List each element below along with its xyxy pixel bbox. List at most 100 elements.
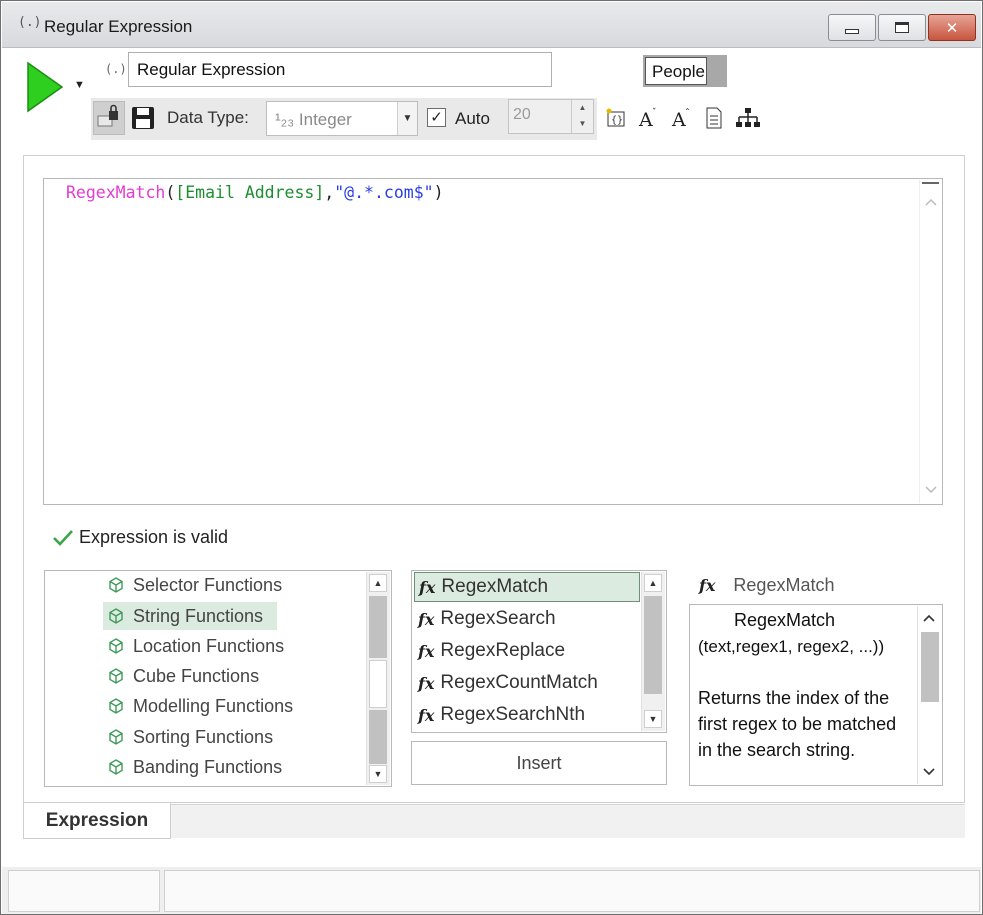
run-button[interactable]	[25, 61, 65, 113]
category-item[interactable]: Location Functions	[103, 632, 298, 660]
status-cell	[8, 870, 160, 912]
chevron-up-icon[interactable]	[923, 614, 935, 622]
expression-window: (.) Regular Expression ✕ ▼ (.) People Da…	[0, 0, 983, 915]
scrollbar-thumb[interactable]	[644, 596, 662, 694]
auto-checkbox[interactable]: ✓	[427, 108, 446, 127]
spin-up-icon[interactable]: ▲	[572, 100, 593, 116]
precision-value: 20	[513, 106, 531, 123]
help-header: fx RegexMatch	[699, 573, 834, 597]
svg-text:A: A	[671, 109, 686, 129]
expression-name-input[interactable]	[128, 52, 552, 87]
scroll-up-icon[interactable]: ▲	[644, 574, 662, 592]
category-label: Selector Functions	[133, 574, 283, 595]
scrollbar-top-bar	[922, 182, 939, 190]
help-title: RegexMatch	[733, 574, 835, 595]
category-label: Modelling Functions	[133, 695, 294, 716]
checkmark-icon	[53, 530, 73, 546]
cube-icon	[109, 759, 123, 775]
code-field-token: [Email Address]	[175, 183, 325, 202]
category-label: Sorting Functions	[133, 726, 274, 747]
chevron-up-icon[interactable]	[925, 198, 937, 206]
table-tag[interactable]: People	[643, 55, 727, 87]
scrollbar-thumb[interactable]	[921, 632, 939, 702]
document-icon[interactable]	[702, 105, 726, 131]
spin-down-icon[interactable]: ▼	[572, 116, 593, 132]
font-increase-icon[interactable]: Aˆ	[669, 105, 693, 131]
editor-scrollbar[interactable]	[919, 180, 941, 503]
scroll-down-icon[interactable]: ▼	[644, 710, 662, 728]
code-open-paren: (	[165, 183, 176, 202]
expression-code: RegexMatch([Email Address],"@.*.com$")	[66, 183, 444, 202]
function-list: fx RegexMatch fx RegexSearch fx RegexReplac…	[411, 570, 667, 733]
scrollbar-track-gap[interactable]	[369, 660, 387, 708]
data-type-label: Data Type:	[167, 108, 249, 127]
function-label: RegexCountMatch	[440, 672, 598, 693]
help-scrollbar[interactable]	[917, 606, 941, 784]
auto-label: Auto	[455, 109, 490, 128]
category-item[interactable]: Banding Functions	[103, 753, 296, 781]
expression-name-icon: (.)	[105, 62, 127, 76]
close-icon: ✕	[945, 18, 959, 37]
lock-button[interactable]	[93, 101, 125, 135]
category-item[interactable]: Selector Functions	[103, 571, 296, 599]
category-item[interactable]: Modelling Functions	[103, 692, 307, 720]
insert-field-icon[interactable]: {}	[604, 105, 628, 131]
code-function-token: RegexMatch	[66, 183, 166, 202]
function-icon: fx	[418, 673, 435, 693]
validation-message: Expression is valid	[79, 527, 229, 547]
function-item[interactable]: fx RegexSearchNth	[414, 700, 640, 730]
expression-editor[interactable]: RegexMatch([Email Address],"@.*.com$")	[43, 178, 943, 505]
function-item[interactable]: fx RegexCountMatch	[414, 668, 640, 698]
help-function-name: RegexMatch	[734, 610, 836, 630]
code-string-token: "@.*.com$"	[334, 183, 434, 202]
svg-text:ˆ: ˆ	[685, 107, 690, 119]
code-comma: ,	[324, 183, 335, 202]
minimize-button[interactable]	[828, 14, 876, 41]
function-icon: fx	[418, 705, 435, 725]
tab-strip	[169, 804, 965, 838]
category-label: Banding Functions	[133, 756, 283, 777]
function-item-selected[interactable]: fx RegexMatch	[414, 572, 640, 602]
scrollbar-thumb[interactable]	[369, 710, 387, 764]
maximize-button[interactable]	[878, 14, 926, 41]
spinner-buttons: ▲ ▼	[571, 100, 593, 133]
function-label: RegexSearchNth	[440, 704, 586, 725]
run-dropdown-arrow[interactable]: ▼	[74, 79, 85, 91]
category-item[interactable]: Sorting Functions	[103, 723, 287, 751]
cube-icon	[109, 638, 123, 654]
precision-spinner[interactable]: 20 ▲ ▼	[508, 99, 594, 134]
insert-button[interactable]: Insert	[411, 741, 667, 785]
chevron-down-icon[interactable]	[925, 486, 937, 494]
category-label: Location Functions	[133, 635, 285, 656]
hierarchy-icon[interactable]	[736, 105, 760, 131]
function-label: RegexSearch	[440, 608, 556, 629]
function-item[interactable]: fx RegexReplace	[414, 636, 640, 666]
expression-icon: (.)	[18, 15, 42, 30]
cube-icon	[109, 729, 123, 745]
close-button[interactable]: ✕	[928, 14, 976, 41]
scrollbar-thumb[interactable]	[369, 596, 387, 658]
tab-expression[interactable]: Expression	[23, 803, 171, 839]
category-scrollbar[interactable]: ▲ ▼	[366, 572, 390, 785]
function-item[interactable]: fx RegexSearch	[414, 604, 640, 634]
function-scrollbar[interactable]: ▲ ▼	[641, 572, 665, 731]
cube-icon	[109, 608, 123, 624]
chevron-down-icon[interactable]	[923, 768, 935, 776]
chevron-down-icon: ▼	[397, 102, 417, 135]
save-icon[interactable]	[131, 105, 155, 131]
play-icon	[27, 61, 64, 113]
cube-icon	[109, 577, 123, 593]
svg-text:ˇ: ˇ	[652, 107, 657, 118]
category-item-selected[interactable]: String Functions	[103, 602, 278, 630]
scroll-up-icon[interactable]: ▲	[369, 574, 387, 592]
lock-icon	[97, 104, 118, 127]
category-item[interactable]: Cube Functions	[103, 662, 273, 690]
font-decrease-icon[interactable]: Aˇ	[636, 105, 660, 131]
cube-icon	[109, 668, 123, 684]
title-bar: (.) Regular Expression ✕	[2, 2, 981, 48]
function-category-list: Selector Functions String Functions Loca…	[44, 570, 392, 787]
code-close-paren: )	[433, 183, 444, 202]
data-type-select[interactable]: ¹₂₃ Integer ▼	[266, 101, 418, 136]
scroll-down-icon[interactable]: ▼	[369, 765, 387, 783]
svg-text:{}: {}	[611, 115, 623, 126]
